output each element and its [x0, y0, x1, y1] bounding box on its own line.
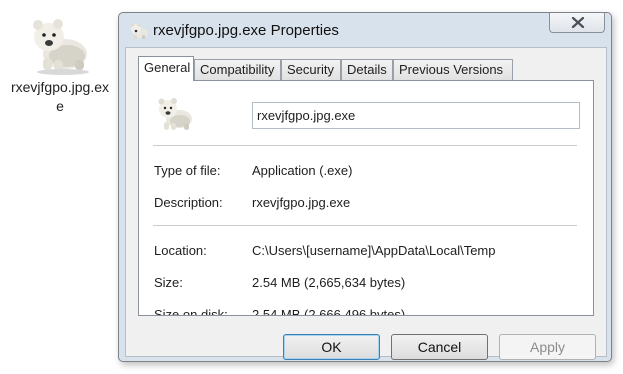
- polar-bear-icon: [158, 98, 192, 130]
- tab-security[interactable]: Security: [281, 59, 341, 80]
- general-tab-panel: Type of file: Application (.exe) Descrip…: [138, 80, 594, 316]
- type-of-file-value: Application (.exe): [252, 163, 353, 178]
- desktop-file-icon[interactable]: rxevjfgpo.jpg.exe: [8, 10, 112, 116]
- ok-button[interactable]: OK: [283, 334, 380, 360]
- dialog-body: General Compatibility Security Details P…: [125, 47, 607, 360]
- description-label: Description:: [154, 195, 223, 210]
- location-label: Location:: [154, 243, 207, 258]
- cancel-button[interactable]: Cancel: [391, 334, 488, 360]
- separator: [153, 225, 577, 226]
- tab-label: Previous Versions: [399, 62, 504, 77]
- size-value: 2.54 MB (2,665,634 bytes): [252, 275, 406, 290]
- separator: [153, 145, 577, 146]
- description-value: rxevjfgpo.jpg.exe: [252, 195, 351, 210]
- tab-label: Security: [287, 62, 334, 77]
- tab-label: General: [144, 60, 191, 75]
- tab-general[interactable]: General: [138, 56, 194, 81]
- size-label: Size:: [154, 275, 183, 290]
- location-value: C:\Users\[username]\AppData\Local\Temp: [252, 243, 496, 258]
- dialog-title: rxevjfgpo.jpg.exe Properties: [153, 22, 339, 39]
- tab-details[interactable]: Details: [341, 59, 393, 80]
- polar-bear-icon: [33, 19, 89, 75]
- size-on-disk-label: Size on disk:: [154, 307, 228, 316]
- file-name-field[interactable]: [252, 102, 580, 129]
- size-on-disk-value: 2.54 MB (2,666,496 bytes): [252, 307, 406, 316]
- polar-bear-icon: [130, 23, 148, 39]
- tab-label: Details: [347, 62, 387, 77]
- title-bar[interactable]: rxevjfgpo.jpg.exe Properties: [119, 13, 611, 49]
- tab-compatibility[interactable]: Compatibility: [194, 59, 281, 80]
- desktop-file-label: rxevjfgpo.jpg.exe: [10, 79, 110, 114]
- tab-label: Compatibility: [200, 62, 275, 77]
- close-button[interactable]: [549, 13, 605, 33]
- properties-dialog: rxevjfgpo.jpg.exe Properties General Com…: [118, 12, 612, 362]
- tab-previous-versions[interactable]: Previous Versions: [393, 59, 513, 80]
- apply-button[interactable]: Apply: [499, 334, 596, 360]
- close-icon: [571, 17, 585, 28]
- type-of-file-label: Type of file:: [154, 163, 221, 178]
